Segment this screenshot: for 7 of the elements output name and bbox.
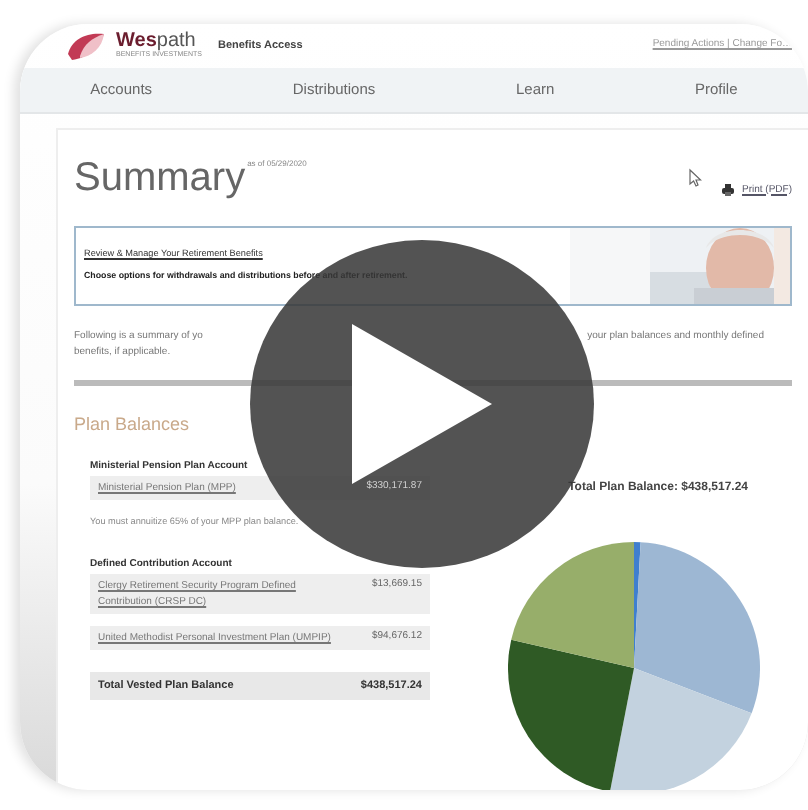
section-heading: Plan Balances [74, 414, 192, 436]
logo: Wespath [116, 32, 196, 53]
cursor-icon [688, 168, 702, 188]
logo-icon [64, 30, 108, 62]
play-icon [352, 324, 492, 484]
page-title: Summary [74, 156, 246, 200]
printer-icon [722, 184, 734, 197]
